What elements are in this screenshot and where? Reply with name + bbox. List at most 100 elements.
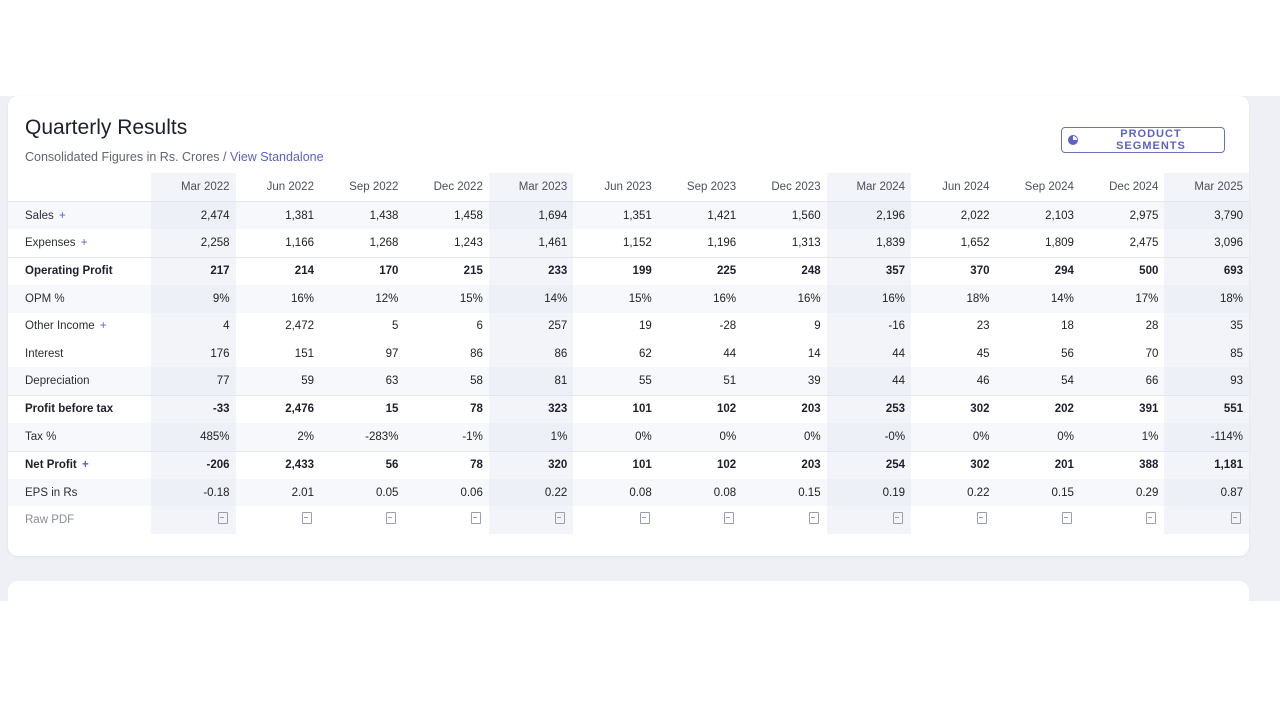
raw-pdf-cell	[742, 506, 826, 533]
table-cell: 2,103	[995, 201, 1080, 230]
table-cell: -16	[826, 312, 912, 340]
row-label-text: Expenses	[25, 237, 76, 250]
table-cell: 170	[319, 256, 405, 286]
column-header: Jun 2023	[573, 173, 658, 202]
column-header: Sep 2022	[319, 173, 405, 202]
table-cell: 58	[404, 367, 489, 396]
raw-pdf-cell	[573, 506, 657, 533]
table-cell: 16%	[826, 285, 912, 313]
table-cell: 56	[319, 450, 405, 479]
table-cell: 0.05	[319, 478, 405, 507]
table-cell: 102	[657, 450, 743, 479]
pdf-file-icon[interactable]	[217, 512, 228, 525]
table-cell: 693	[1164, 256, 1249, 286]
table-cell: 101	[573, 394, 658, 424]
table-cell: 46	[911, 367, 996, 396]
raw-pdf-cell	[826, 506, 912, 534]
pdf-file-icon[interactable]	[808, 512, 819, 525]
table-cell: 199	[573, 256, 658, 286]
row-label[interactable]: Sales +	[8, 201, 152, 230]
table-cell: 14%	[995, 285, 1080, 313]
table-cell: 4	[151, 312, 236, 340]
column-header: Dec 2024	[1079, 173, 1165, 202]
table-cell: 1,652	[960, 237, 990, 250]
table-cell: 320	[488, 450, 574, 479]
table-body: Sales +2,474 1,381 1,438 1,458 1,694 1,351 1,4…	[8, 201, 1249, 534]
pdf-file-icon[interactable]	[977, 512, 988, 525]
row-label[interactable]: Net Profit +	[8, 450, 152, 479]
row-label-text: Net Profit	[25, 459, 77, 472]
table-cell: 81	[488, 367, 574, 396]
table-cell: 357	[826, 256, 912, 286]
view-standalone-link[interactable]: View Standalone	[230, 150, 324, 164]
expand-plus-icon[interactable]: +	[100, 320, 107, 332]
next-section-card	[8, 581, 1249, 601]
table-header-row: Mar 2022 Jun 2022 Sep 2022 Dec 2022 Mar 2023…	[8, 173, 1249, 202]
table-cell: 9	[814, 320, 821, 333]
raw-pdf-cell	[151, 506, 236, 534]
expand-plus-icon[interactable]: +	[81, 237, 88, 249]
table-cell: 1,694	[488, 201, 574, 230]
table-cell: 63	[319, 367, 405, 396]
table-cell: 17%	[1079, 285, 1165, 313]
table-cell: 0.08	[657, 478, 743, 507]
table-row: Interest 176 151 97 86 86 62 44 14 44 45 56 70 85	[8, 339, 1249, 368]
table-cell: 102	[657, 394, 743, 424]
pdf-file-icon[interactable]	[470, 512, 481, 525]
table-cell: 15%	[573, 285, 658, 313]
table-cell: 225	[657, 256, 743, 286]
table-cell: 1%	[488, 423, 574, 452]
table-row: Tax % 485% 2% -283% -1% 1% 0% 0% 0% -0% 0% 0% 1% -114…	[8, 423, 1249, 452]
table-cell: 66	[1079, 367, 1165, 396]
pdf-file-icon[interactable]	[555, 512, 566, 525]
table-cell: 78	[404, 394, 489, 424]
table-cell: 302	[911, 450, 996, 479]
pdf-file-icon[interactable]	[301, 512, 312, 525]
table-cell: 0%	[995, 423, 1080, 452]
pdf-file-icon[interactable]	[1061, 512, 1072, 525]
row-label: Interest	[8, 340, 151, 367]
table-cell: 233	[488, 256, 574, 286]
pdf-file-icon[interactable]	[724, 512, 735, 525]
table-cell: 44	[826, 339, 912, 368]
pdf-file-icon[interactable]	[1231, 512, 1241, 525]
table-cell: 23	[976, 320, 990, 333]
table-cell: 51	[657, 367, 743, 396]
table-cell: 93	[1164, 367, 1249, 396]
table-cell: 16%	[657, 285, 743, 313]
table-cell: 18%	[1164, 285, 1249, 313]
row-label: Tax %	[8, 423, 152, 452]
table-cell: 45	[976, 347, 990, 360]
table-cell: 215	[404, 256, 489, 286]
table-row: Net Profit + -206 2,433 56 78 320 101 102 203 254…	[8, 450, 1249, 479]
expand-plus-icon[interactable]: +	[82, 459, 89, 471]
table-cell: 2,472	[285, 320, 314, 333]
table-cell: 0%	[657, 423, 743, 452]
table-cell: 2,022	[911, 201, 996, 230]
table-cell: 0.87	[1164, 478, 1249, 507]
table-cell: 0%	[573, 423, 658, 452]
product-segments-button[interactable]: PRODUCT SEGMENTS	[1061, 127, 1225, 153]
row-label: Profit before tax	[8, 394, 152, 424]
row-label[interactable]: Other Income +	[8, 313, 151, 340]
table-cell: 217	[151, 256, 236, 286]
table-cell: 28	[1145, 320, 1159, 333]
row-label[interactable]: Expenses +	[8, 229, 151, 257]
pdf-file-icon[interactable]	[893, 512, 904, 525]
pdf-file-icon[interactable]	[639, 512, 650, 525]
table-cell: 16%	[235, 285, 320, 313]
table-cell: 86	[470, 347, 483, 360]
table-row: OPM % 9% 16% 12% 15% 14% 15% 16% 16% 16% 18% 14% 17%…	[8, 285, 1249, 313]
table-cell: 62	[638, 347, 652, 360]
table-cell: 248	[742, 256, 827, 286]
expand-plus-icon[interactable]: +	[59, 210, 66, 222]
table-cell: 12%	[319, 285, 405, 313]
table-cell: 0.15	[995, 478, 1080, 507]
table-cell: 9%	[151, 285, 236, 313]
table-cell: 0.08	[573, 478, 658, 507]
pdf-file-icon[interactable]	[386, 512, 397, 525]
raw-pdf-cell	[320, 506, 404, 533]
pdf-file-icon[interactable]	[1146, 512, 1157, 525]
quarterly-results-table: Mar 2022 Jun 2022 Sep 2022 Dec 2022 Mar 2023…	[8, 173, 1249, 534]
table-cell: 1,560	[742, 201, 827, 230]
